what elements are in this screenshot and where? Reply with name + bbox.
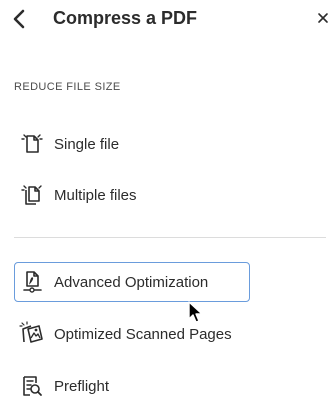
multiple-files-label: Multiple files xyxy=(54,186,137,204)
multiple-files-icon xyxy=(21,185,42,205)
optimized-scanned-pages-label: Optimized Scanned Pages xyxy=(54,325,232,343)
close-button[interactable] xyxy=(314,7,330,29)
scanned-pages-icon xyxy=(19,321,43,343)
single-file-button[interactable]: Single file xyxy=(14,125,250,163)
chevron-left-icon xyxy=(13,9,25,29)
panel-header: Compress a PDF xyxy=(0,0,330,40)
single-file-label: Single file xyxy=(54,135,120,153)
advanced-optimization-button[interactable]: Advanced Optimization xyxy=(14,262,250,302)
multiple-files-button[interactable]: Multiple files xyxy=(14,176,250,214)
advanced-optimization-label: Advanced Optimization xyxy=(54,273,209,291)
preflight-button[interactable]: Preflight xyxy=(14,367,250,405)
advanced-optimization-icon xyxy=(23,271,42,293)
page-title: Compress a PDF xyxy=(53,8,198,28)
optimized-scanned-pages-button[interactable]: Optimized Scanned Pages xyxy=(14,315,250,353)
single-file-icon xyxy=(21,134,43,153)
back-button[interactable] xyxy=(10,8,30,30)
section-label-reduce-file-size: REDUCE FILE SIZE xyxy=(14,81,121,93)
preflight-icon xyxy=(23,376,42,396)
preflight-label: Preflight xyxy=(54,377,110,395)
section-divider xyxy=(14,237,326,238)
close-icon xyxy=(318,13,328,23)
